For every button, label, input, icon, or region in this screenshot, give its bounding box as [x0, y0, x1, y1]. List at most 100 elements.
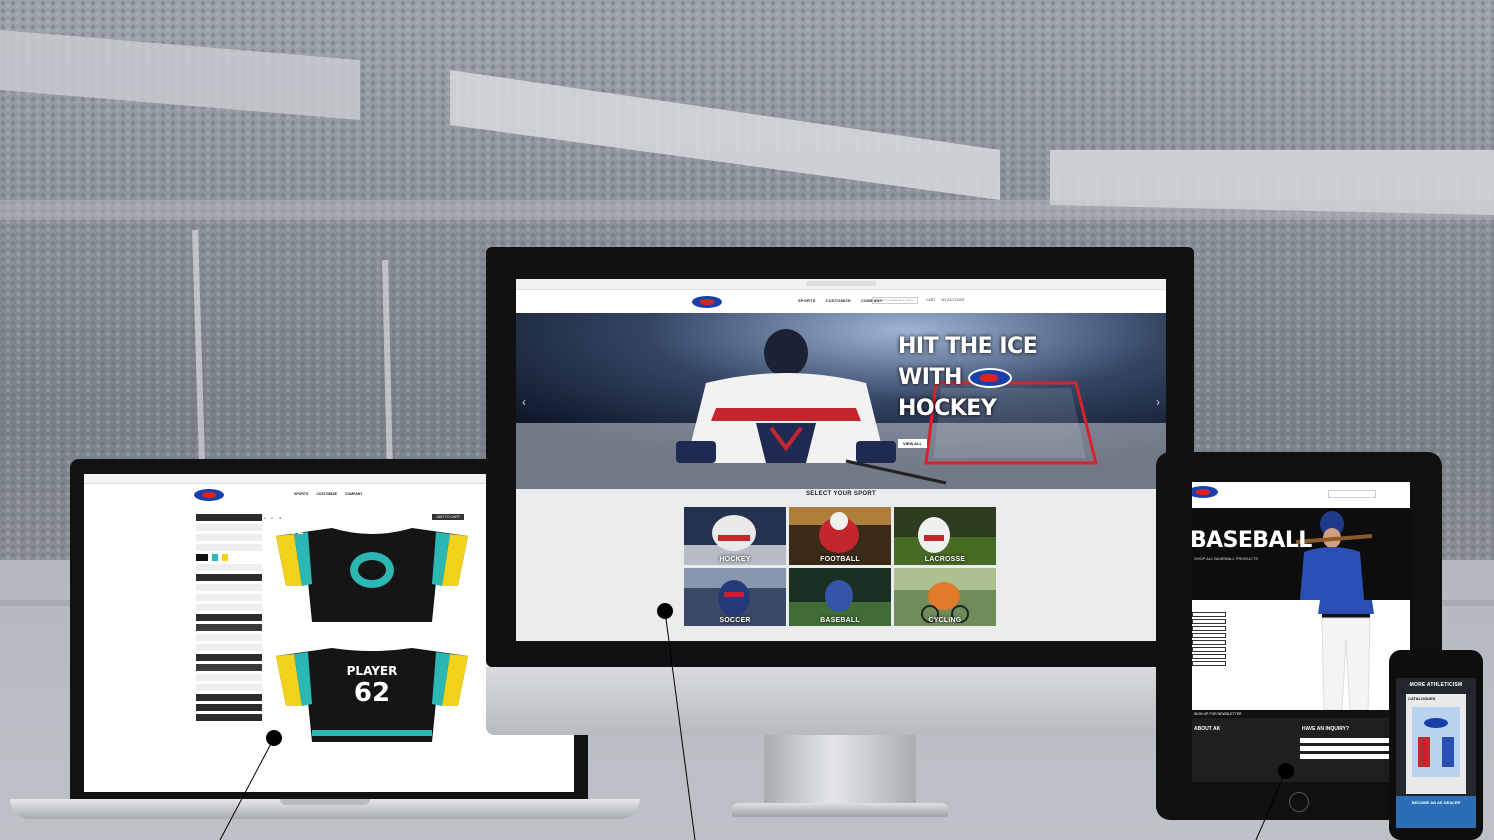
hero-banner: ‹ › HIT THE ICE WITH HOCKEY VIEW ALL: [516, 313, 1166, 489]
tablet-home-button[interactable]: [1289, 792, 1309, 812]
option-row[interactable]: [196, 634, 262, 641]
header-account-links: CART MY ACCOUNT: [926, 298, 965, 302]
option-row[interactable]: [196, 624, 262, 631]
phone-screen: MORE ATHLETICISM CATALOGUES BECOME AN AK…: [1396, 678, 1476, 828]
newsletter-bar[interactable]: SIGN UP FOR NEWSLETTER: [1192, 710, 1410, 718]
add-to-cart-button[interactable]: ADD TO CART: [432, 514, 464, 520]
brand-logo-icon: [967, 367, 1012, 388]
laptop-nav: SPORTS CUSTOMIZE COMPANY: [294, 492, 363, 496]
sport-tile-baseball[interactable]: BASEBALL: [789, 568, 891, 626]
view-all-button[interactable]: VIEW ALL: [898, 439, 927, 448]
chevron-right-icon[interactable]: ›: [1156, 395, 1160, 409]
option-row[interactable]: [196, 574, 262, 581]
about-heading: ABOUT AK: [1194, 726, 1221, 732]
desktop-monitor: SPORTS CUSTOMIZE COMPANY Search for prod…: [486, 247, 1194, 817]
list-item[interactable]: [1192, 633, 1226, 638]
callout-dot: [1278, 763, 1294, 779]
cart-link[interactable]: CART: [926, 298, 935, 302]
search-input[interactable]: [1328, 490, 1376, 498]
sport-label: CYCLING: [928, 617, 962, 624]
sport-label: BASEBALL: [820, 617, 860, 624]
sport-tile-hockey[interactable]: HOCKEY: [684, 507, 786, 565]
option-row[interactable]: [196, 514, 262, 521]
list-item[interactable]: [1192, 647, 1226, 652]
list-item[interactable]: [1192, 626, 1226, 631]
option-row[interactable]: [196, 674, 262, 681]
option-row[interactable]: [196, 684, 262, 691]
list-item[interactable]: [1192, 612, 1226, 617]
option-row[interactable]: [196, 664, 262, 671]
color-swatch-row[interactable]: [196, 554, 262, 561]
monitor-stand: [764, 735, 916, 805]
list-item[interactable]: [1192, 619, 1226, 624]
option-row[interactable]: [196, 594, 262, 601]
monitor-chin: [486, 667, 1194, 735]
list-item[interactable]: [1192, 640, 1226, 645]
callout-dot: [657, 603, 673, 619]
catalogue-card[interactable]: CATALOGUES: [1406, 694, 1466, 794]
hero-headline: HIT THE ICE WITH HOCKEY: [898, 331, 1038, 424]
phone-page-title: MORE ATHLETICISM: [1409, 682, 1463, 688]
jersey-sleeve-number: 62: [290, 526, 304, 537]
callout-dot: [266, 730, 282, 746]
phone-device: MORE ATHLETICISM CATALOGUES BECOME AN AK…: [1389, 650, 1483, 840]
sport-label: HOCKEY: [719, 556, 751, 563]
tablet-screen: BASEBALL SHOP ALL BASEBALL PRODUCTS SIGN…: [1192, 482, 1410, 782]
account-link[interactable]: MY ACCOUNT: [941, 298, 964, 302]
search-input[interactable]: Search for products or sports: [872, 297, 918, 304]
nav-customize[interactable]: CUSTOMIZE: [826, 298, 851, 303]
become-dealer-link[interactable]: BECOME AN AK DEALER: [1396, 796, 1476, 828]
option-row[interactable]: [196, 644, 262, 651]
nav-customize[interactable]: CUSTOMIZE: [316, 492, 337, 496]
hero-line-1: HIT THE ICE: [898, 334, 1038, 359]
monitor-base: [732, 803, 948, 817]
list-item[interactable]: [1192, 661, 1226, 666]
main-nav: SPORTS CUSTOMIZE COMPANY: [798, 298, 883, 303]
catalogue-card-title: CATALOGUES: [1408, 696, 1436, 701]
sport-tile-soccer[interactable]: SOCCER: [684, 568, 786, 626]
baseball-hero: BASEBALL SHOP ALL BASEBALL PRODUCTS: [1192, 508, 1410, 600]
jersey-preview-area: ◂ ▸ ⊕ ADD TO CART 62 PLAYER 62: [264, 514, 474, 789]
option-row[interactable]: [196, 654, 262, 661]
customizer-options-panel: [196, 514, 262, 784]
sport-label: LACROSSE: [924, 556, 966, 563]
url-bar[interactable]: [806, 281, 876, 286]
jersey-back: PLAYER 62: [272, 646, 472, 742]
jersey-front: 62: [272, 526, 472, 622]
option-row[interactable]: [196, 544, 262, 551]
nav-sports[interactable]: SPORTS: [798, 298, 816, 303]
inquiry-name-field[interactable]: [1300, 738, 1392, 743]
option-row[interactable]: [196, 704, 262, 711]
option-row[interactable]: [196, 564, 262, 571]
option-row[interactable]: [196, 604, 262, 611]
desktop-screen: SPORTS CUSTOMIZE COMPANY Search for prod…: [516, 279, 1166, 641]
brand-logo-icon[interactable]: [194, 489, 224, 501]
sport-tile-cycling[interactable]: CYCLING: [894, 568, 996, 626]
zoom-icon[interactable]: ⊕: [279, 516, 282, 520]
option-row[interactable]: [196, 584, 262, 591]
hero-line-3: HOCKEY: [898, 396, 997, 421]
nav-sports[interactable]: SPORTS: [294, 492, 308, 496]
undo-icon[interactable]: ◂: [264, 516, 266, 520]
jersey-number: 62: [353, 678, 391, 708]
tablet-page-title: BASEBALL: [1192, 528, 1312, 553]
sport-grid: HOCKEY FOOTBALL LACROSSE SOCCER BASEBALL…: [684, 507, 996, 626]
laptop-notch: [280, 799, 370, 805]
list-item[interactable]: [1192, 654, 1226, 659]
brand-logo-icon[interactable]: [692, 296, 722, 308]
nav-company[interactable]: COMPANY: [345, 492, 363, 496]
tablet-site-header: [1192, 482, 1410, 502]
sport-tile-lacrosse[interactable]: LACROSSE: [894, 507, 996, 565]
redo-icon[interactable]: ▸: [272, 516, 274, 520]
option-row[interactable]: [196, 714, 262, 721]
option-row[interactable]: [196, 614, 262, 621]
sport-tile-football[interactable]: FOOTBALL: [789, 507, 891, 565]
product-category-list: [1192, 612, 1232, 668]
inquiry-message-field[interactable]: [1300, 754, 1392, 759]
hero-line-2-row: WITH: [898, 362, 1037, 393]
chevron-left-icon[interactable]: ‹: [522, 395, 526, 409]
inquiry-email-field[interactable]: [1300, 746, 1392, 751]
jersey-name: PLAYER: [346, 664, 398, 678]
brand-logo-icon[interactable]: [1192, 486, 1218, 498]
option-row[interactable]: [196, 694, 262, 701]
